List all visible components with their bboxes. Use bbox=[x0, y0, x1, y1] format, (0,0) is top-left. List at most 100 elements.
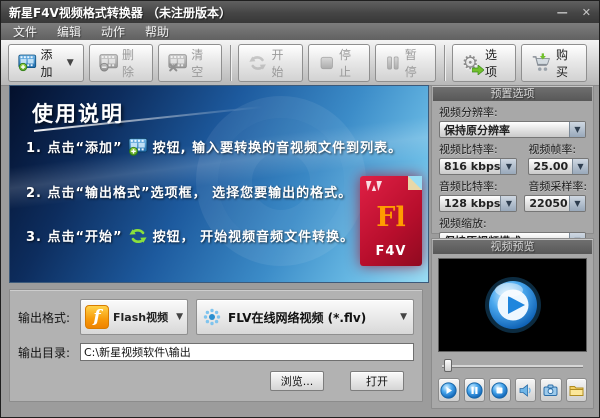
output-format-row: 输出格式: f Flash视频 ▼ FLV在线网络视频 (*.flv) ▼ bbox=[18, 299, 414, 335]
chevron-down-icon[interactable]: ▼ bbox=[500, 159, 516, 174]
media-player-logo-icon bbox=[483, 275, 543, 335]
close-button[interactable]: ✕ bbox=[582, 7, 591, 18]
browse-button[interactable]: 浏览... bbox=[270, 371, 324, 391]
shopping-cart-icon bbox=[531, 52, 552, 74]
resolution-value: 保持原分辨率 bbox=[440, 122, 569, 138]
video-preview-header: 视频预览 bbox=[433, 240, 592, 254]
preview-screen bbox=[438, 258, 587, 352]
instruction-step-3: 3. 点击“开始” 按钮， 开始视频音频文件转换。 bbox=[26, 226, 354, 245]
step2-text: 2. 点击“输出格式”选项框， 选择您要输出的格式。 bbox=[26, 182, 352, 201]
menu-help[interactable]: 帮助 bbox=[145, 23, 169, 40]
options-button[interactable]: ⚙ 选项 bbox=[452, 44, 516, 82]
video-preview-group: 视频预览 bbox=[431, 238, 594, 409]
add-dropdown-caret[interactable]: ▼ bbox=[67, 58, 74, 68]
pause-button-label: 暂停 bbox=[405, 46, 426, 80]
toolbar: 添加 ▼ 删除 清空 bbox=[1, 40, 599, 86]
output-format-value: Flash视频 bbox=[113, 309, 170, 325]
open-folder-button[interactable] bbox=[566, 378, 588, 402]
output-dir-label: 输出目录: bbox=[18, 344, 80, 361]
resolution-select[interactable]: 保持原分辨率 ▼ bbox=[439, 121, 586, 138]
pause-button[interactable]: 暂停 bbox=[375, 44, 436, 82]
chevron-down-icon[interactable]: ▼ bbox=[572, 159, 588, 174]
adobe-logo-icon bbox=[366, 181, 382, 191]
chevron-down-icon[interactable]: ▼ bbox=[569, 122, 585, 137]
stop-button[interactable]: 停止 bbox=[308, 44, 371, 82]
instructions-panel: 使用说明 1. 点击“添加” 按钮, 输入要转换的音视频文件到列表。 2. 点击… bbox=[9, 85, 429, 283]
menu-file[interactable]: 文件 bbox=[13, 23, 37, 40]
video-bitrate-value: 816 kbps bbox=[440, 160, 500, 173]
slider-track bbox=[442, 365, 583, 367]
stop-button-label: 停止 bbox=[339, 46, 360, 80]
slider-thumb[interactable] bbox=[444, 359, 452, 372]
clear-button[interactable]: 清空 bbox=[158, 44, 222, 82]
film-add-icon bbox=[18, 53, 37, 73]
output-buttons-row: 浏览... 打开 bbox=[18, 371, 414, 391]
start-convert-icon bbox=[248, 53, 267, 73]
video-bitrate-label: 视频比特率: bbox=[439, 141, 521, 157]
folded-corner bbox=[408, 176, 422, 190]
options-button-label: 选项 bbox=[485, 46, 506, 80]
pause-icon bbox=[385, 53, 401, 73]
menu-bar: 文件 编辑 动作 帮助 bbox=[1, 23, 599, 40]
samplerate-select[interactable]: 22050 ▼ bbox=[524, 195, 586, 212]
mute-button[interactable] bbox=[515, 378, 537, 402]
flv-profile-icon bbox=[201, 306, 223, 328]
snapshot-button[interactable] bbox=[540, 378, 562, 402]
framerate-label: 视频帧率: bbox=[528, 141, 593, 157]
film-delete-icon bbox=[99, 53, 118, 73]
framerate-select[interactable]: 25.00 ▼ bbox=[528, 158, 589, 175]
chevron-down-icon: ▼ bbox=[400, 312, 407, 322]
open-button[interactable]: 打开 bbox=[350, 371, 404, 391]
pause-playback-button[interactable] bbox=[464, 378, 486, 402]
clear-button-label: 清空 bbox=[191, 46, 212, 80]
output-profile-select[interactable]: FLV在线网络视频 (*.flv) ▼ bbox=[196, 299, 414, 335]
film-clear-icon bbox=[168, 53, 187, 73]
instruction-step-2: 2. 点击“输出格式”选项框， 选择您要输出的格式。 bbox=[26, 182, 352, 201]
playback-controls bbox=[438, 378, 587, 402]
step1-text-pre: 1. 点击“添加” bbox=[26, 137, 123, 156]
convert-arrows-icon bbox=[128, 227, 148, 245]
add-button[interactable]: 添加 ▼ bbox=[8, 44, 84, 82]
start-button[interactable]: 开始 bbox=[238, 44, 302, 82]
seek-slider[interactable] bbox=[442, 361, 583, 371]
title-bar: 新星F4V视频格式转换器 （未注册版本） — ✕ bbox=[1, 1, 599, 23]
step3-text-post: 按钮， 开始视频音频文件转换。 bbox=[153, 226, 355, 245]
output-dir-input[interactable] bbox=[80, 343, 414, 361]
minimize-button[interactable]: — bbox=[557, 7, 568, 18]
start-button-label: 开始 bbox=[271, 46, 292, 80]
audio-bitrate-value: 128 kbps bbox=[440, 197, 500, 210]
chevron-down-icon: ▼ bbox=[176, 312, 183, 322]
samplerate-label: 音频采样率: bbox=[528, 178, 593, 194]
preset-options-header: 预置选项 bbox=[433, 87, 592, 101]
f4v-logo: Fl F4V bbox=[360, 176, 422, 266]
buy-button[interactable]: 购买 bbox=[521, 44, 587, 82]
chevron-down-icon[interactable]: ▼ bbox=[569, 196, 585, 211]
buy-button-label: 购买 bbox=[556, 46, 577, 80]
resolution-label: 视频分辨率: bbox=[439, 104, 586, 120]
step1-text-post: 按钮, 输入要转换的音视频文件到列表。 bbox=[153, 137, 402, 156]
gear-icon: ⚙ bbox=[462, 52, 481, 74]
f4v-label: F4V bbox=[360, 244, 422, 259]
window-title: 新星F4V视频格式转换器 （未注册版本） bbox=[9, 4, 543, 21]
delete-button-label: 删除 bbox=[122, 46, 143, 80]
audio-bitrate-select[interactable]: 128 kbps ▼ bbox=[439, 195, 517, 212]
stop-playback-button[interactable] bbox=[489, 378, 511, 402]
toolbar-separator bbox=[444, 45, 446, 81]
preset-options-group: 预置选项 视频分辨率: 保持原分辨率 ▼ 视频比特率: 视频帧率: 816 kb… bbox=[431, 85, 594, 234]
play-button[interactable] bbox=[438, 378, 460, 402]
chevron-down-icon[interactable]: ▼ bbox=[500, 196, 516, 211]
instruction-step-1: 1. 点击“添加” 按钮, 输入要转换的音视频文件到列表。 bbox=[26, 137, 402, 156]
menu-edit[interactable]: 编辑 bbox=[57, 23, 81, 40]
output-dir-row: 输出目录: bbox=[18, 343, 414, 361]
output-settings-group: 输出格式: f Flash视频 ▼ FLV在线网络视频 (*.flv) ▼ 输出… bbox=[9, 289, 423, 402]
app-window: 新星F4V视频格式转换器 （未注册版本） — ✕ 文件 编辑 动作 帮助 添加 … bbox=[0, 0, 600, 418]
delete-button[interactable]: 删除 bbox=[89, 44, 153, 82]
output-profile-value: FLV在线网络视频 (*.flv) bbox=[228, 309, 393, 326]
audio-bitrate-label: 音频比特率: bbox=[439, 178, 521, 194]
video-bitrate-select[interactable]: 816 kbps ▼ bbox=[439, 158, 517, 175]
flash-icon: f bbox=[85, 305, 109, 329]
output-format-select[interactable]: f Flash视频 ▼ bbox=[80, 299, 188, 335]
add-button-label: 添加 bbox=[41, 46, 61, 80]
output-format-label: 输出格式: bbox=[18, 309, 80, 326]
menu-action[interactable]: 动作 bbox=[101, 23, 125, 40]
